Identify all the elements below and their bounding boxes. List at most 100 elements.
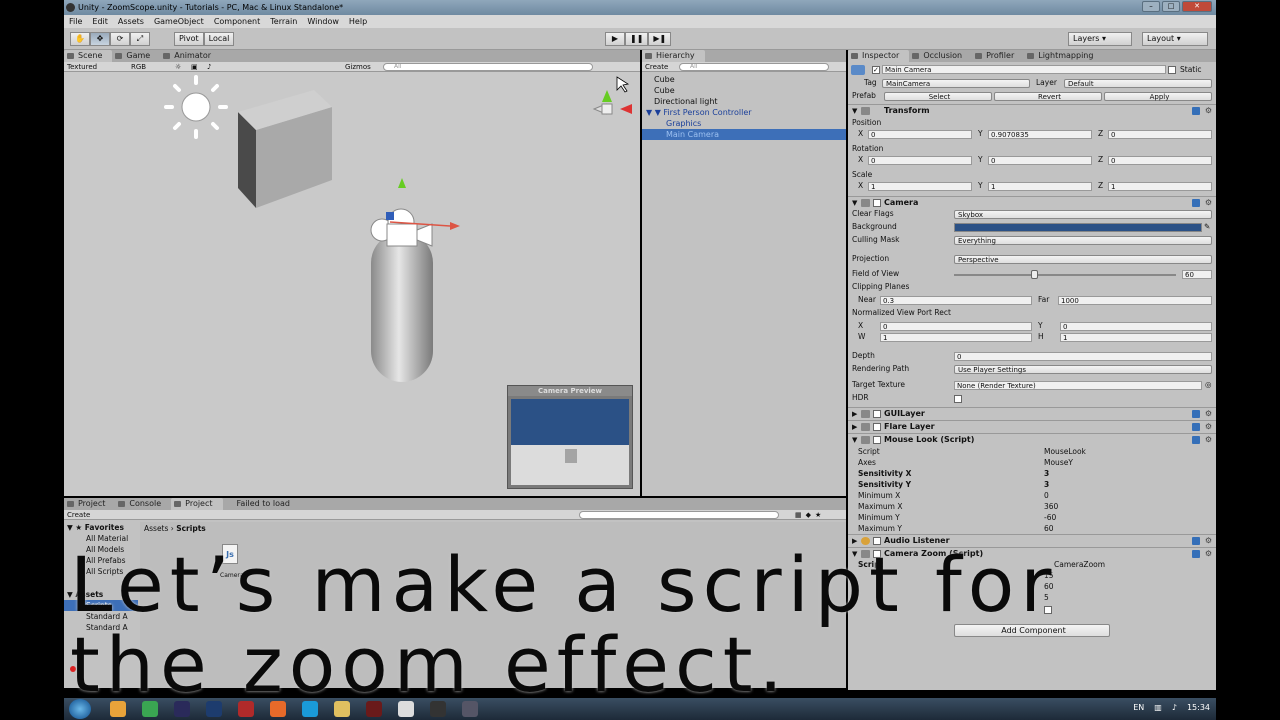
tab-failed-to-load[interactable]: Failed to load (223, 498, 300, 510)
chrome-icon[interactable] (110, 701, 126, 717)
layers-dropdown[interactable]: Layers ▾ (1068, 32, 1132, 46)
fov-slider-track[interactable] (954, 274, 1176, 276)
fold-arrow-icon[interactable]: ▼ (852, 105, 857, 117)
menu-item-component[interactable]: Component (214, 15, 260, 28)
layer-dropdown[interactable]: Default (1064, 79, 1212, 88)
layers-button[interactable]: Layers ▾ (1068, 32, 1132, 46)
gear-icon[interactable]: ⚙ (1205, 197, 1212, 209)
tab-occlusion[interactable]: Occlusion (909, 50, 972, 62)
breadcrumb-scripts[interactable]: Scripts (176, 524, 206, 533)
minimize-icon[interactable]: – (1142, 1, 1160, 12)
language-indicator[interactable]: EN (1133, 703, 1144, 712)
network-icon[interactable]: ▥ (1154, 703, 1162, 712)
flare-layer-enabled-checkbox[interactable] (873, 423, 881, 431)
property-value[interactable]: 60 (1044, 523, 1054, 534)
transform-header[interactable]: ▼ Transform ⚙ (848, 104, 1216, 116)
viewport-y-input[interactable]: 0 (1060, 322, 1212, 331)
photoshop-icon[interactable] (206, 701, 222, 717)
hierarchy-create-button[interactable]: Create (645, 63, 675, 71)
shading-mode-dropdown[interactable]: Textured (67, 63, 127, 71)
fold-arrow-icon[interactable]: ▶ (852, 421, 857, 433)
fold-arrow-icon[interactable]: ▼ (852, 197, 857, 209)
property-value[interactable]: -60 (1044, 512, 1056, 523)
main-camera-gizmo[interactable] (370, 208, 460, 247)
gear-icon[interactable]: ⚙ (1205, 105, 1212, 117)
pivot-button[interactable]: Pivot (174, 32, 204, 46)
app-grey-icon[interactable] (462, 701, 478, 717)
unity-taskbar-icon[interactable] (398, 701, 414, 717)
hdr-checkbox[interactable] (954, 395, 962, 403)
position-z-input[interactable]: 0 (1108, 130, 1212, 139)
position-y-input[interactable]: 0.9070835 (988, 130, 1092, 139)
property-value[interactable]: 3 (1044, 479, 1049, 490)
menu-item-edit[interactable]: Edit (92, 15, 108, 28)
hierarchy-item[interactable]: Cube (642, 74, 846, 85)
menu-item-gameobject[interactable]: GameObject (154, 15, 204, 28)
tab-profiler[interactable]: Profiler (972, 50, 1024, 62)
help-icon[interactable] (1192, 107, 1200, 115)
gizmos-dropdown[interactable]: Gizmos (345, 63, 379, 71)
tab-hierarchy[interactable]: Hierarchy (642, 50, 705, 62)
y-axis-handle[interactable] (398, 178, 406, 188)
orientation-gizmo[interactable] (592, 90, 632, 115)
clock[interactable]: 15:34 (1187, 703, 1210, 712)
help-icon[interactable] (1192, 436, 1200, 444)
sun-toggle-icon[interactable]: ☼ (175, 63, 187, 71)
tab-scene[interactable]: Scene (64, 50, 113, 62)
filter-type-icon[interactable]: ▦ (795, 511, 802, 519)
menu-item-assets[interactable]: Assets (118, 15, 144, 28)
camera-enabled-checkbox[interactable] (873, 199, 881, 207)
favorite-icon[interactable]: ★ (815, 511, 821, 519)
cube-object[interactable] (238, 90, 332, 208)
property-value[interactable]: MouseY (1044, 457, 1073, 468)
rendering-path-dropdown[interactable]: Use Player Settings (954, 365, 1212, 374)
scene-search-input[interactable]: All (383, 62, 593, 71)
help-icon[interactable] (1192, 410, 1200, 418)
explorer-icon[interactable] (334, 701, 350, 717)
gear-icon[interactable]: ⚙ (1205, 434, 1212, 446)
fov-slider-thumb[interactable] (1030, 270, 1038, 279)
property-value[interactable]: 3 (1044, 468, 1049, 479)
hierarchy-item[interactable]: Graphics (642, 118, 846, 129)
eyedropper-icon[interactable]: ✎ (1204, 222, 1210, 232)
near-input[interactable]: 0.3 (880, 296, 1032, 305)
menu-item-window[interactable]: Window (307, 15, 339, 28)
culling-mask-dropdown[interactable]: Everything (954, 236, 1212, 245)
prefab-select-button[interactable]: Select (884, 92, 992, 101)
mouse-look-header[interactable]: ▼ Mouse Look (Script) ⚙ (848, 433, 1216, 445)
guilayer-enabled-checkbox[interactable] (873, 410, 881, 418)
hand-tool-button[interactable]: ✋ (70, 32, 90, 46)
start-button-icon[interactable] (69, 699, 91, 719)
menu-item-terrain[interactable]: Terrain (270, 15, 297, 28)
step-button[interactable]: ▶❚ (648, 32, 672, 46)
flare-layer-header[interactable]: ▶ Flare Layer ⚙ (848, 420, 1216, 432)
help-icon[interactable] (1192, 423, 1200, 431)
property-value[interactable]: 360 (1044, 501, 1058, 512)
viewport-w-input[interactable]: 1 (880, 333, 1032, 342)
tab-inspector[interactable]: Inspector (848, 50, 910, 62)
prefab-revert-button[interactable]: Revert (994, 92, 1102, 101)
scene-viewport[interactable]: Camera Preview (64, 72, 640, 496)
fold-arrow-icon[interactable]: ▼ (852, 434, 857, 446)
gear-icon[interactable]: ⚙ (1205, 421, 1212, 433)
local-button[interactable]: Local (203, 32, 235, 46)
directional-light-icon[interactable] (164, 75, 228, 139)
help-icon[interactable] (1192, 537, 1200, 545)
rotation-x-input[interactable]: 0 (868, 156, 972, 165)
project-search-input[interactable] (579, 510, 779, 519)
hierarchy-item[interactable]: Main Camera (642, 129, 846, 140)
fold-arrow-icon[interactable]: ▶ (852, 408, 857, 420)
gear-icon[interactable]: ⚙ (1205, 408, 1212, 420)
filter-label-icon[interactable]: ◆ (806, 511, 811, 519)
prefab-apply-button[interactable]: Apply (1104, 92, 1212, 101)
hierarchy-item[interactable]: ▼ ▼ First Person Controller (642, 107, 846, 118)
app-green-icon[interactable] (142, 701, 158, 717)
tab-game[interactable]: Game (112, 50, 160, 62)
tab-project[interactable]: Project (64, 498, 115, 510)
position-x-input[interactable]: 0 (868, 130, 972, 139)
favorites-header[interactable]: ▼ ★ Favorites (64, 522, 138, 533)
first-person-controller-capsule[interactable] (371, 232, 433, 382)
volume-icon[interactable]: ♪ (1172, 703, 1177, 712)
viewport-x-input[interactable]: 0 (880, 322, 1032, 331)
hierarchy-search-input[interactable]: All (679, 62, 829, 71)
